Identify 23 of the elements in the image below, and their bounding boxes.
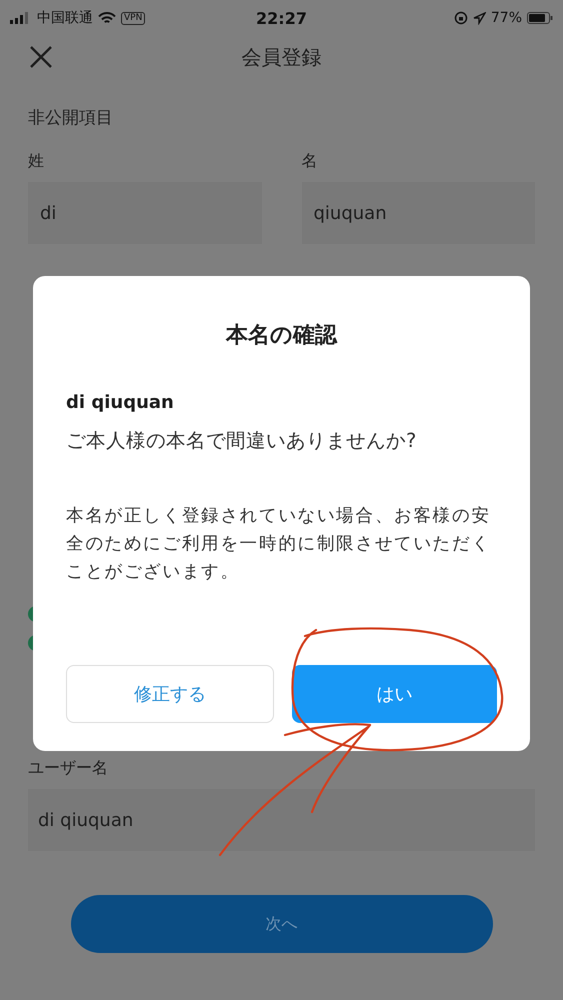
yes-button[interactable]: はい xyxy=(292,665,497,723)
input-field[interactable]: di qiuquan xyxy=(28,789,535,851)
location-arrow-icon xyxy=(472,12,486,24)
confirm-question: ご本人様の本名で間違いありませんか? xyxy=(66,428,418,454)
field-label: 姓 xyxy=(28,151,44,172)
wifi-icon xyxy=(98,12,116,24)
real-name: di qiuquan xyxy=(66,392,174,413)
dialog-title: 本名の確認 xyxy=(226,322,337,350)
input-field[interactable]: qiuquan xyxy=(302,182,535,244)
field-label: ユーザー名 xyxy=(28,758,108,777)
field-label: 名 xyxy=(302,151,318,172)
status-time: 22:27 xyxy=(256,8,307,28)
input-field[interactable]: di xyxy=(28,182,262,244)
battery-percent: 77% xyxy=(490,10,522,26)
carrier-name: 中国联通 xyxy=(37,9,93,27)
orientation-lock-icon xyxy=(454,11,468,25)
section-title: 非公開項目 xyxy=(28,107,113,129)
battery-icon xyxy=(527,12,553,24)
page-title: 会員登録 xyxy=(242,44,322,68)
warning-note: 本名が正しく登録されていない場合、お客様の安全のためにご利用を一時的に制限させていただくことがございます。 xyxy=(66,505,492,584)
vpn-indicator: VPN xyxy=(121,12,146,24)
close-icon[interactable] xyxy=(28,44,54,70)
edit-button[interactable]: 修正する xyxy=(66,665,274,723)
